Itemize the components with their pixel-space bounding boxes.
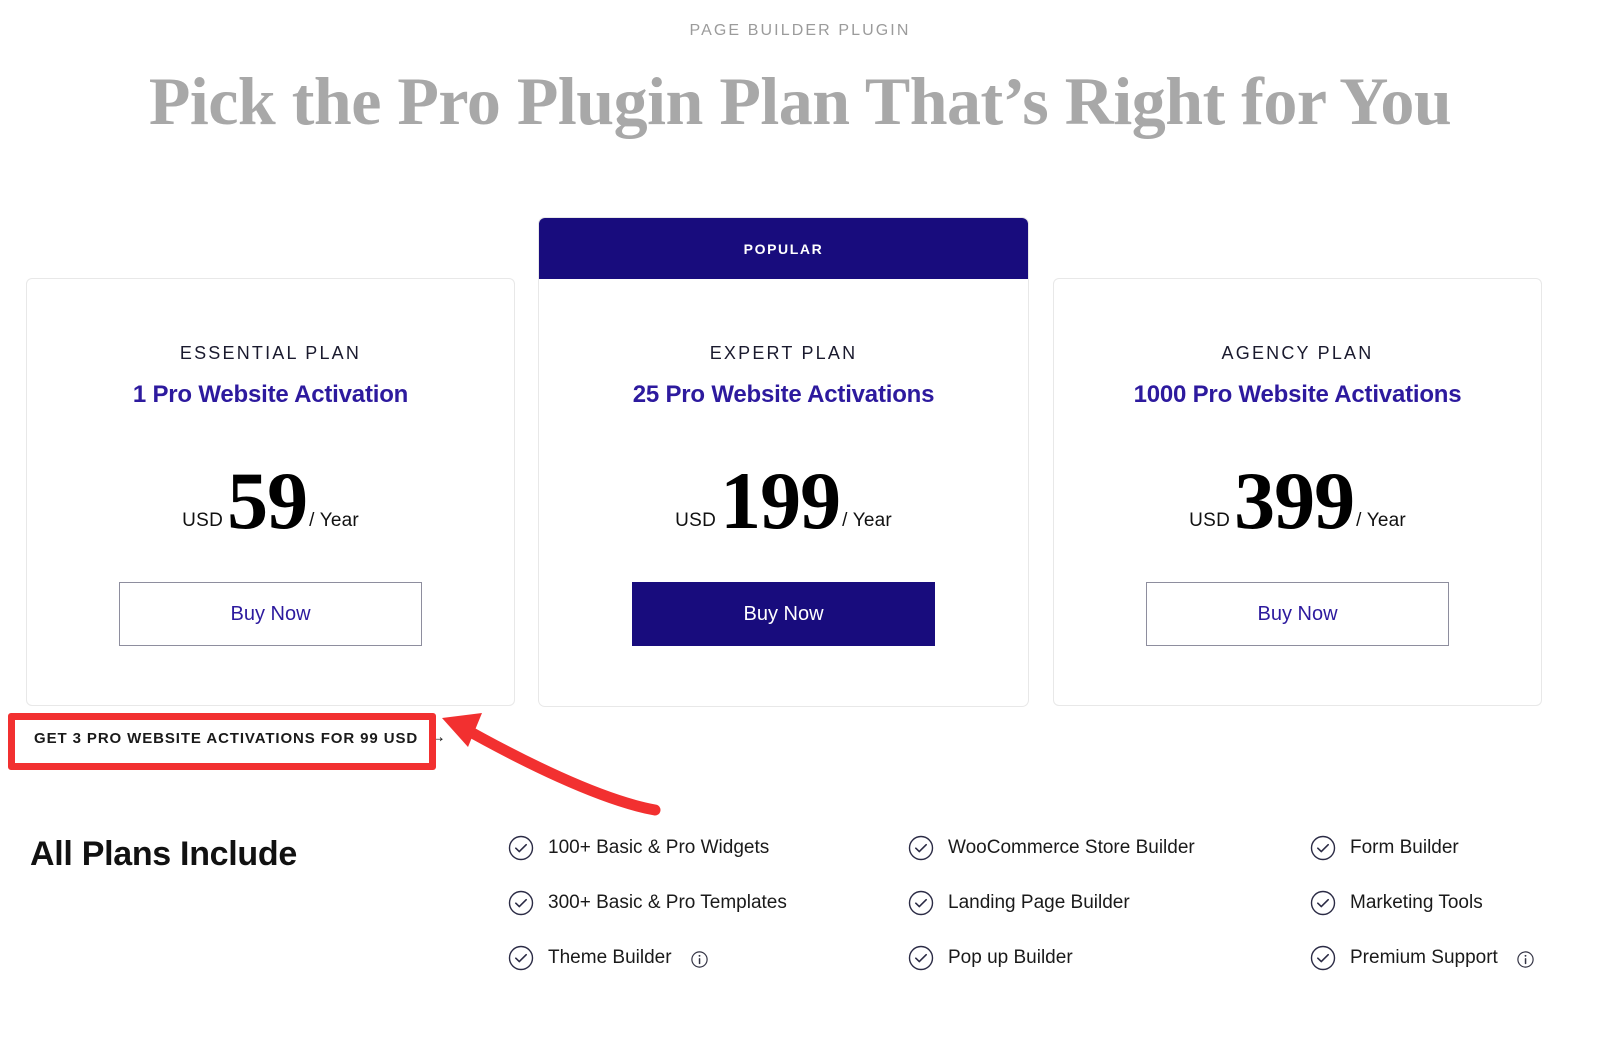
feature-label: 300+ Basic & Pro Templates	[548, 891, 787, 913]
feature-label: Pop up Builder	[948, 946, 1073, 968]
price-currency: USD	[182, 510, 224, 531]
buy-now-button-essential[interactable]: Buy Now	[119, 581, 422, 646]
price-amount: 399	[1234, 455, 1355, 546]
feature-column-1: 100+ Basic & Pro Widgets 300+ Basic & Pr…	[508, 820, 787, 985]
check-circle-icon	[1310, 945, 1336, 970]
buy-now-button-expert[interactable]: Buy Now	[632, 581, 935, 646]
price-block: USD 199 / Year	[539, 455, 1028, 546]
pricing-card-expert[interactable]: POPULAR EXPERT PLAN 25 Pro Website Activ…	[539, 218, 1028, 706]
check-circle-icon	[908, 890, 934, 915]
promo-link[interactable]: GET 3 PRO WEBSITE ACTIVATIONS FOR 99 USD…	[34, 727, 447, 748]
feature-column-2: WooCommerce Store Builder Landing Page B…	[908, 820, 1195, 985]
pricing-card-essential[interactable]: ESSENTIAL PLAN 1 Pro Website Activation …	[26, 278, 515, 706]
check-circle-icon	[508, 945, 534, 970]
feature-label: Landing Page Builder	[948, 891, 1130, 913]
price-amount: 59	[227, 455, 308, 546]
price-currency: USD	[1189, 510, 1231, 531]
check-circle-icon	[1310, 835, 1336, 860]
feature-item: WooCommerce Store Builder	[908, 820, 1195, 875]
annotation-arrow-icon	[442, 713, 661, 816]
feature-label: WooCommerce Store Builder	[948, 836, 1195, 858]
price-period: / Year	[842, 510, 892, 531]
feature-label: Premium Support	[1350, 946, 1498, 968]
pricing-page: PAGE BUILDER PLUGIN Pick the Pro Plugin …	[0, 0, 1600, 1045]
check-circle-icon	[1310, 890, 1336, 915]
price-block: USD 59 / Year	[27, 455, 514, 546]
feature-item: Premium Support	[1310, 930, 1534, 985]
feature-item: 300+ Basic & Pro Templates	[508, 875, 787, 930]
check-circle-icon	[508, 890, 534, 915]
price-amount: 199	[720, 455, 841, 546]
features-title: All Plans Include	[30, 835, 297, 873]
plan-activations: 1000 Pro Website Activations	[1133, 381, 1462, 408]
features-section: All Plans Include 100+ Basic & Pro Widge…	[0, 820, 1600, 1020]
price-period: / Year	[309, 510, 359, 531]
feature-item: Theme Builder	[508, 930, 787, 985]
feature-label: Marketing Tools	[1350, 891, 1483, 913]
plan-name: EXPERT PLAN	[709, 343, 858, 363]
eyebrow-label: PAGE BUILDER PLUGIN	[689, 22, 911, 39]
page-title: Pick the Pro Plugin Plan That’s Right fo…	[148, 63, 1452, 139]
promo-link-label: GET 3 PRO WEBSITE ACTIVATIONS FOR 99 USD	[34, 729, 419, 747]
check-circle-icon	[908, 945, 934, 970]
buy-now-button-agency[interactable]: Buy Now	[1146, 581, 1449, 646]
price-block: USD 399 / Year	[1054, 455, 1541, 546]
info-icon[interactable]	[690, 951, 708, 968]
price-period: / Year	[1356, 510, 1406, 531]
card-body: ESSENTIAL PLAN 1 Pro Website Activation …	[27, 279, 514, 646]
plan-activations: 25 Pro Website Activations	[632, 381, 935, 408]
promo-link-wrap: GET 3 PRO WEBSITE ACTIVATIONS FOR 99 USD…	[34, 727, 447, 748]
pricing-card-agency[interactable]: AGENCY PLAN 1000 Pro Website Activations…	[1053, 278, 1542, 706]
feature-column-3: Form Builder Marketing Tools Premium Sup…	[1310, 820, 1534, 985]
check-circle-icon	[908, 835, 934, 860]
feature-label: Form Builder	[1350, 836, 1459, 858]
feature-item: Form Builder	[1310, 820, 1534, 875]
price-currency: USD	[675, 510, 717, 531]
feature-label: 100+ Basic & Pro Widgets	[548, 836, 770, 858]
feature-item: Pop up Builder	[908, 930, 1195, 985]
pricing-cards: ESSENTIAL PLAN 1 Pro Website Activation …	[0, 218, 1600, 708]
feature-item: 100+ Basic & Pro Widgets	[508, 820, 787, 875]
info-icon[interactable]	[1517, 951, 1534, 968]
card-body: EXPERT PLAN 25 Pro Website Activations U…	[539, 279, 1028, 646]
popular-badge: POPULAR	[539, 218, 1028, 279]
feature-item: Landing Page Builder	[908, 875, 1195, 930]
feature-item: Marketing Tools	[1310, 875, 1534, 930]
feature-label: Theme Builder	[548, 946, 672, 968]
arrow-right-icon: →	[429, 727, 447, 746]
plan-name: ESSENTIAL PLAN	[179, 343, 362, 363]
check-circle-icon	[508, 835, 534, 860]
card-body: AGENCY PLAN 1000 Pro Website Activations…	[1054, 279, 1541, 646]
plan-name: AGENCY PLAN	[1221, 343, 1374, 363]
plan-activations: 1 Pro Website Activation	[132, 381, 409, 408]
